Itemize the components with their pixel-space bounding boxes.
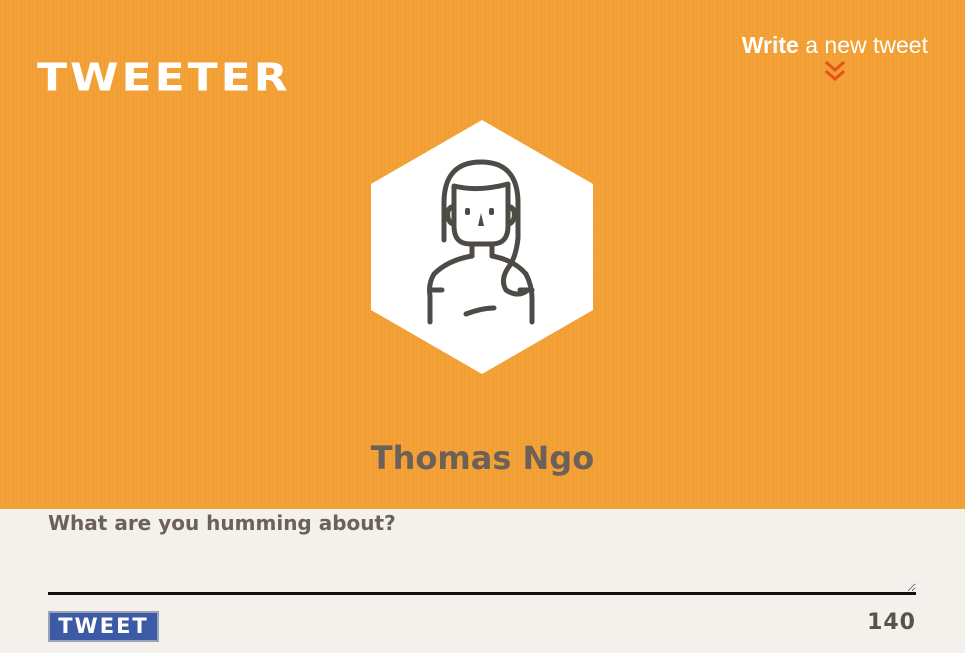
write-link-light: a new tweet [798,32,928,58]
tweet-textarea[interactable] [48,546,916,595]
profile-name: Thomas Ngo [370,439,595,477]
write-new-tweet-link[interactable]: Write a new tweet [742,30,928,84]
app-logo[interactable]: TWEETER [37,56,291,101]
write-link-text: Write a new tweet [742,30,928,60]
compose-prompt-label: What are you humming about? [48,511,396,535]
user-avatar-icon [371,120,593,374]
character-counter: 140 [867,610,916,635]
write-link-bold: Write [741,32,799,58]
profile-header: TWEETER Write a new tweet Thomas Ngo [0,0,965,509]
tweet-submit-button[interactable]: TWEET [48,611,159,642]
avatar-hexagon [371,120,593,374]
double-chevron-down-icon [824,60,845,81]
